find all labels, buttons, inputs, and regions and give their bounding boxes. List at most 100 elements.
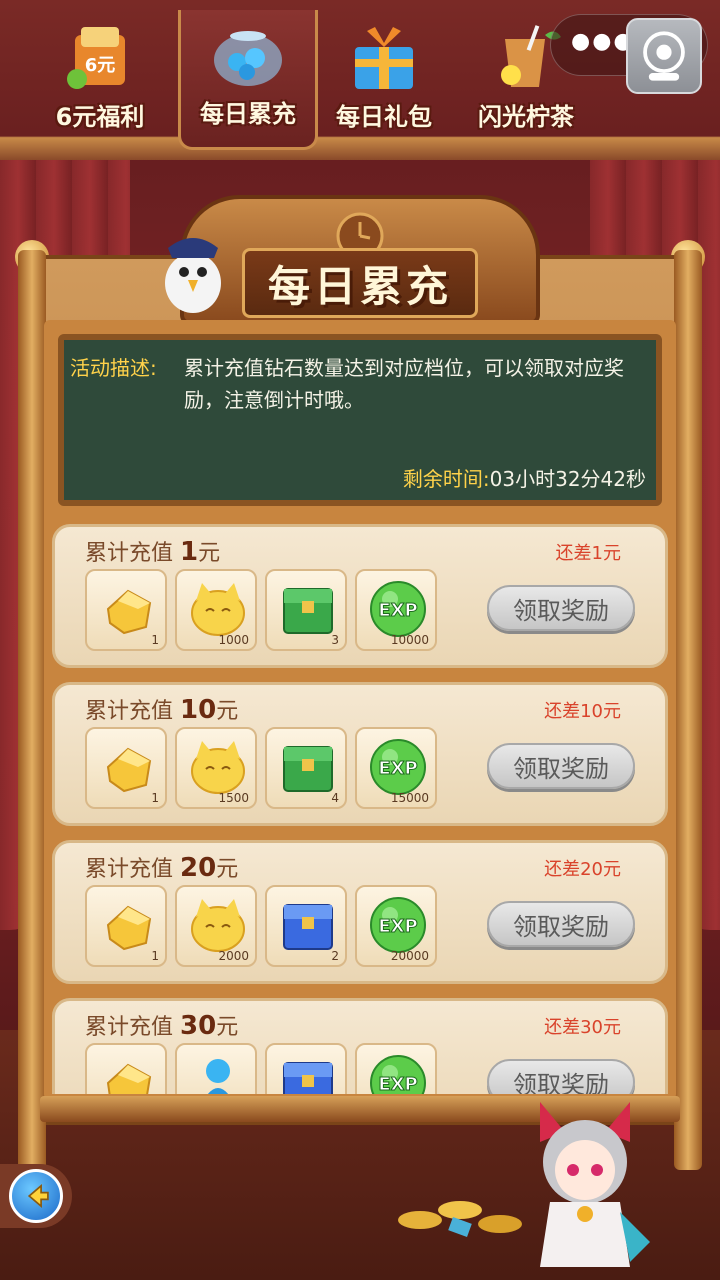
- back-arrow-icon: [9, 1169, 63, 1223]
- item-quantity: 1: [151, 949, 159, 963]
- reward-tier: 累计充值 1元 还差1元 1 1000 3 EXP 10000 领取奖励: [52, 524, 668, 668]
- reward-item-slot[interactable]: EXP 10000: [355, 569, 437, 651]
- tier-amount: 10: [180, 695, 217, 725]
- tab-label: 每日累充: [200, 100, 296, 128]
- cat-coin-icon: [191, 899, 245, 952]
- tier-unit: 元: [198, 541, 221, 566]
- reward-item-slot[interactable]: EXP: [355, 1043, 437, 1094]
- tier-title: 累计充值 20元: [85, 851, 238, 883]
- tier-title: 累计充值 30元: [85, 1009, 238, 1041]
- reward-item-slot[interactable]: EXP 15000: [355, 727, 437, 809]
- exp-label: EXP: [378, 916, 417, 937]
- tier-remaining: 还差1元: [555, 543, 621, 564]
- reward-item-slot[interactable]: 1500: [175, 727, 257, 809]
- reward-items: 1 1500 4 EXP 15000: [85, 727, 437, 809]
- reward-items: 1 2000 2 EXP 20000: [85, 885, 437, 967]
- exp-orb-icon: EXP: [370, 1055, 426, 1094]
- robot-avatar-icon: [643, 31, 685, 81]
- activity-label: 活动描述:: [70, 356, 157, 380]
- reward-item-slot[interactable]: [175, 1043, 257, 1094]
- timer-label: 剩余时间:: [402, 467, 490, 491]
- tier-prefix: 累计充值: [85, 541, 174, 566]
- tab-daily-recharge[interactable]: 每日累充: [178, 10, 318, 150]
- cat-coin-icon: [191, 741, 245, 794]
- exp-orb-icon: EXP: [370, 581, 426, 637]
- tier-prefix: 累计充值: [85, 1015, 174, 1040]
- exp-label: EXP: [378, 600, 417, 621]
- item-quantity: 10000: [390, 633, 429, 647]
- item-quantity: 1: [151, 633, 159, 647]
- tier-unit: 元: [216, 1015, 239, 1040]
- reward-item-slot[interactable]: 1: [85, 727, 167, 809]
- tier-title: 累计充值 1元: [85, 535, 220, 567]
- blue-figure-icon: [206, 1059, 230, 1094]
- reward-item-slot[interactable]: 1: [85, 885, 167, 967]
- tab-daily-gift-pack[interactable]: 每日礼包: [314, 10, 454, 150]
- reward-tier: 累计充值 20元 还差20元 1 2000 2 EXP 20000 领取奖励: [52, 840, 668, 984]
- item-quantity: 4: [331, 791, 339, 805]
- item-quantity: 1500: [218, 791, 249, 805]
- tier-prefix: 累计充值: [85, 699, 174, 724]
- post-left: [18, 250, 46, 1170]
- reward-item-slot[interactable]: 1000: [175, 569, 257, 651]
- tier-remaining: 还差20元: [544, 859, 621, 880]
- gold-block-icon: [106, 905, 152, 951]
- exp-label: EXP: [378, 1074, 417, 1094]
- item-quantity: 2000: [218, 949, 249, 963]
- svg-text:6元: 6元: [85, 55, 116, 76]
- reward-item-slot[interactable]: 3: [265, 569, 347, 651]
- exp-orb-icon: EXP: [370, 897, 426, 953]
- gold-block-icon: [106, 747, 152, 793]
- reward-items: EXP: [85, 1043, 437, 1094]
- tab-label: 每日礼包: [336, 103, 432, 131]
- reward-item-slot[interactable]: 4: [265, 727, 347, 809]
- tier-amount: 20: [180, 853, 217, 883]
- reward-item-slot[interactable]: 2: [265, 885, 347, 967]
- green-chest-icon: [283, 588, 333, 634]
- reward-tier: 累计充值 30元 还差30元 EXP 领取奖励: [52, 998, 668, 1094]
- tier-amount: 1: [180, 537, 199, 567]
- claim-reward-button[interactable]: 领取奖励: [487, 743, 635, 789]
- tier-amount: 30: [180, 1011, 217, 1041]
- reward-tier: 累计充值 10元 还差10元 1 1500 4 EXP 15000 领取奖励: [52, 682, 668, 826]
- timer-value: 03小时32分42秒: [489, 467, 646, 491]
- clock-icon: [336, 212, 384, 250]
- reward-tier-list[interactable]: 累计充值 1元 还差1元 1 1000 3 EXP 10000 领取奖励 累计充值 10元 还差…: [52, 524, 668, 1094]
- reward-items: 1 1000 3 EXP 10000: [85, 569, 437, 651]
- cat-coin-icon: [191, 583, 245, 636]
- post-right: [674, 250, 702, 1170]
- eagle-mascot-icon: [165, 238, 221, 313]
- reward-item-slot[interactable]: 2000: [175, 885, 257, 967]
- reward-item-slot[interactable]: 1: [85, 569, 167, 651]
- diamond-jar-icon: [214, 31, 282, 86]
- red-envelope-icon: 6元: [67, 27, 125, 89]
- gift-box-icon: [355, 27, 413, 89]
- exp-label: EXP: [378, 758, 417, 779]
- item-quantity: 3: [331, 633, 339, 647]
- reward-item-slot[interactable]: EXP 20000: [355, 885, 437, 967]
- reward-item-slot[interactable]: [85, 1043, 167, 1094]
- item-quantity: 20000: [390, 949, 429, 963]
- tier-title: 累计充值 10元: [85, 693, 238, 725]
- blue-chest-icon: [283, 1062, 333, 1094]
- gold-block-icon: [106, 589, 152, 635]
- gold-block-icon: [106, 1063, 152, 1094]
- tier-unit: 元: [216, 699, 239, 724]
- back-button[interactable]: [0, 1164, 72, 1228]
- tier-unit: 元: [216, 857, 239, 882]
- reward-item-slot[interactable]: [265, 1043, 347, 1094]
- item-quantity: 15000: [390, 791, 429, 805]
- exp-orb-icon: EXP: [370, 739, 426, 795]
- blue-chest-icon: [283, 904, 333, 950]
- profile-robot-button[interactable]: [626, 18, 702, 94]
- item-quantity: 1: [151, 791, 159, 805]
- page-title: 每日累充: [267, 261, 452, 311]
- claim-reward-button[interactable]: 领取奖励: [487, 585, 635, 631]
- tier-prefix: 累计充值: [85, 857, 174, 882]
- claim-reward-button[interactable]: 领取奖励: [487, 1059, 635, 1094]
- tab-6yuan-welfare[interactable]: 6元 6元福利: [30, 10, 170, 150]
- tier-remaining: 还差10元: [544, 701, 621, 722]
- title-plate: 每日累充: [242, 248, 478, 318]
- tab-label: 闪光柠茶: [478, 103, 574, 131]
- claim-reward-button[interactable]: 领取奖励: [487, 901, 635, 947]
